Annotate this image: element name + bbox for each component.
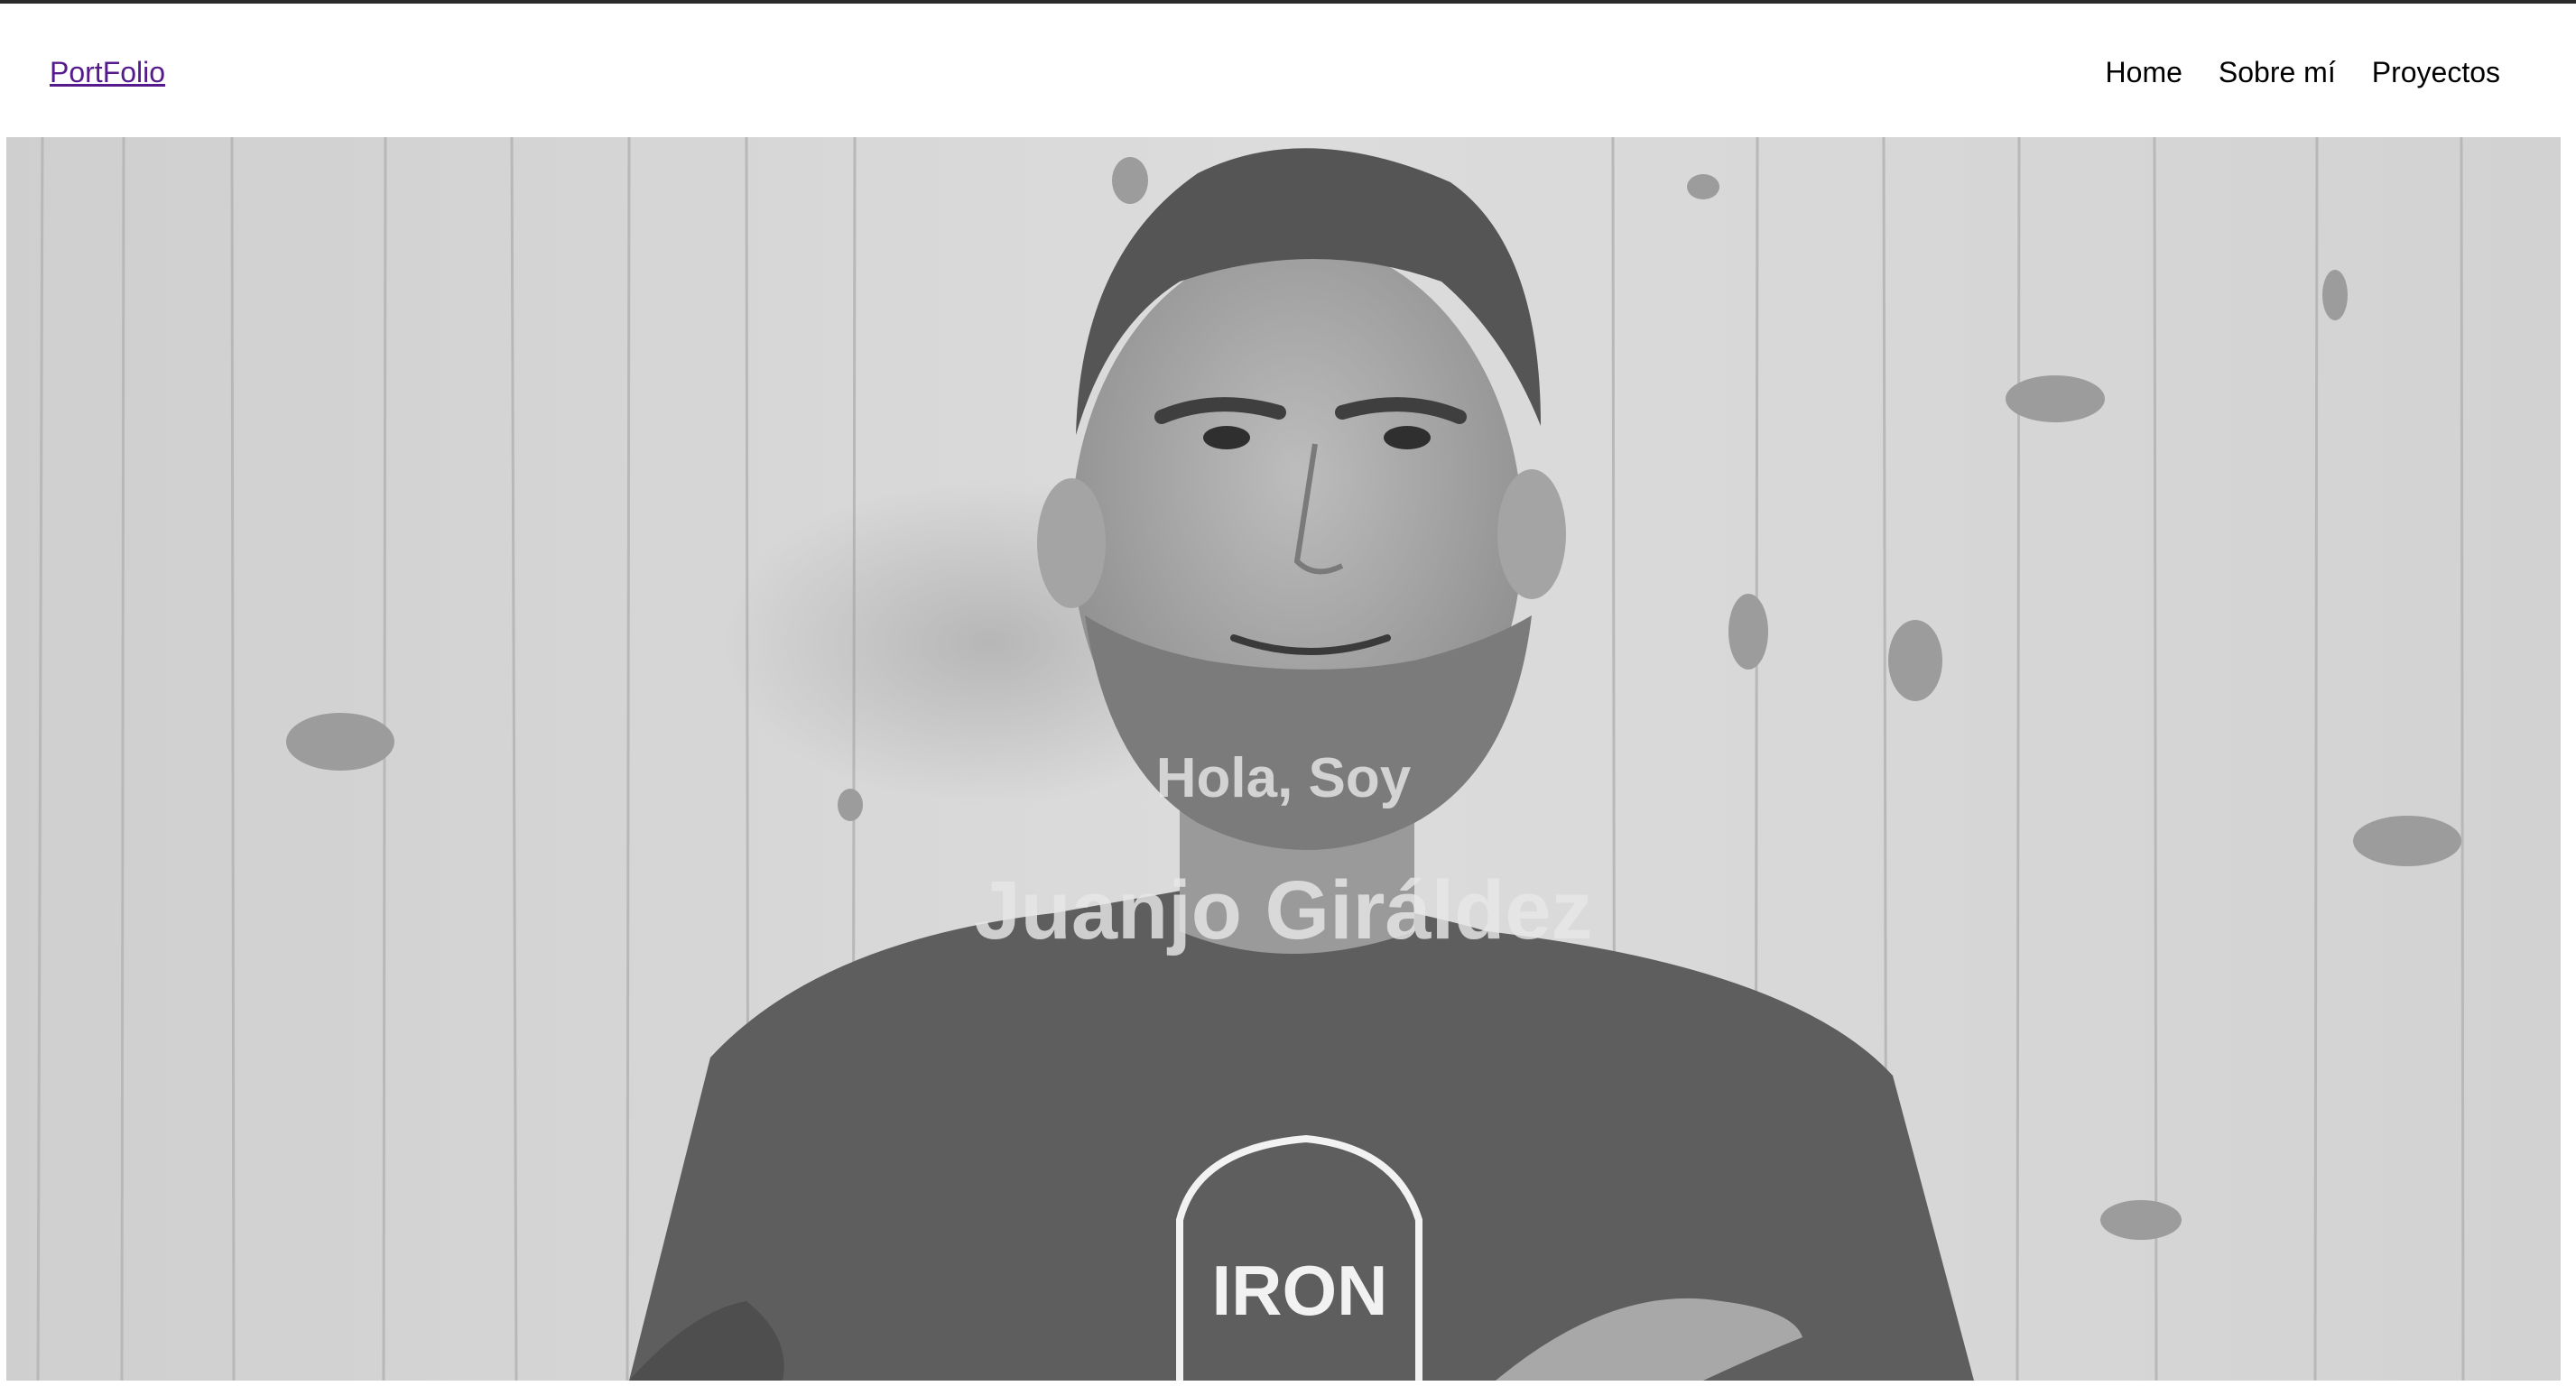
nav-links: Home Sobre mí Proyectos: [2106, 56, 2500, 89]
page-edge: [2562, 137, 2569, 1381]
hero-name: Juanjo Giráldez: [974, 864, 1593, 956]
hero-text: Hola, Soy Juanjo Giráldez: [6, 137, 2561, 1381]
nav-link-home[interactable]: Home: [2106, 56, 2182, 89]
hero-greeting: Hola, Soy: [1155, 747, 1412, 809]
nav-link-sobre-mi[interactable]: Sobre mí: [2219, 56, 2336, 89]
hero-section: IRON Hola, Soy Juanjo Giráldez: [6, 137, 2561, 1381]
brand-link[interactable]: PortFolio: [50, 56, 165, 89]
nav-link-proyectos[interactable]: Proyectos: [2372, 56, 2500, 89]
navbar: PortFolio Home Sobre mí Proyectos: [0, 4, 2576, 137]
